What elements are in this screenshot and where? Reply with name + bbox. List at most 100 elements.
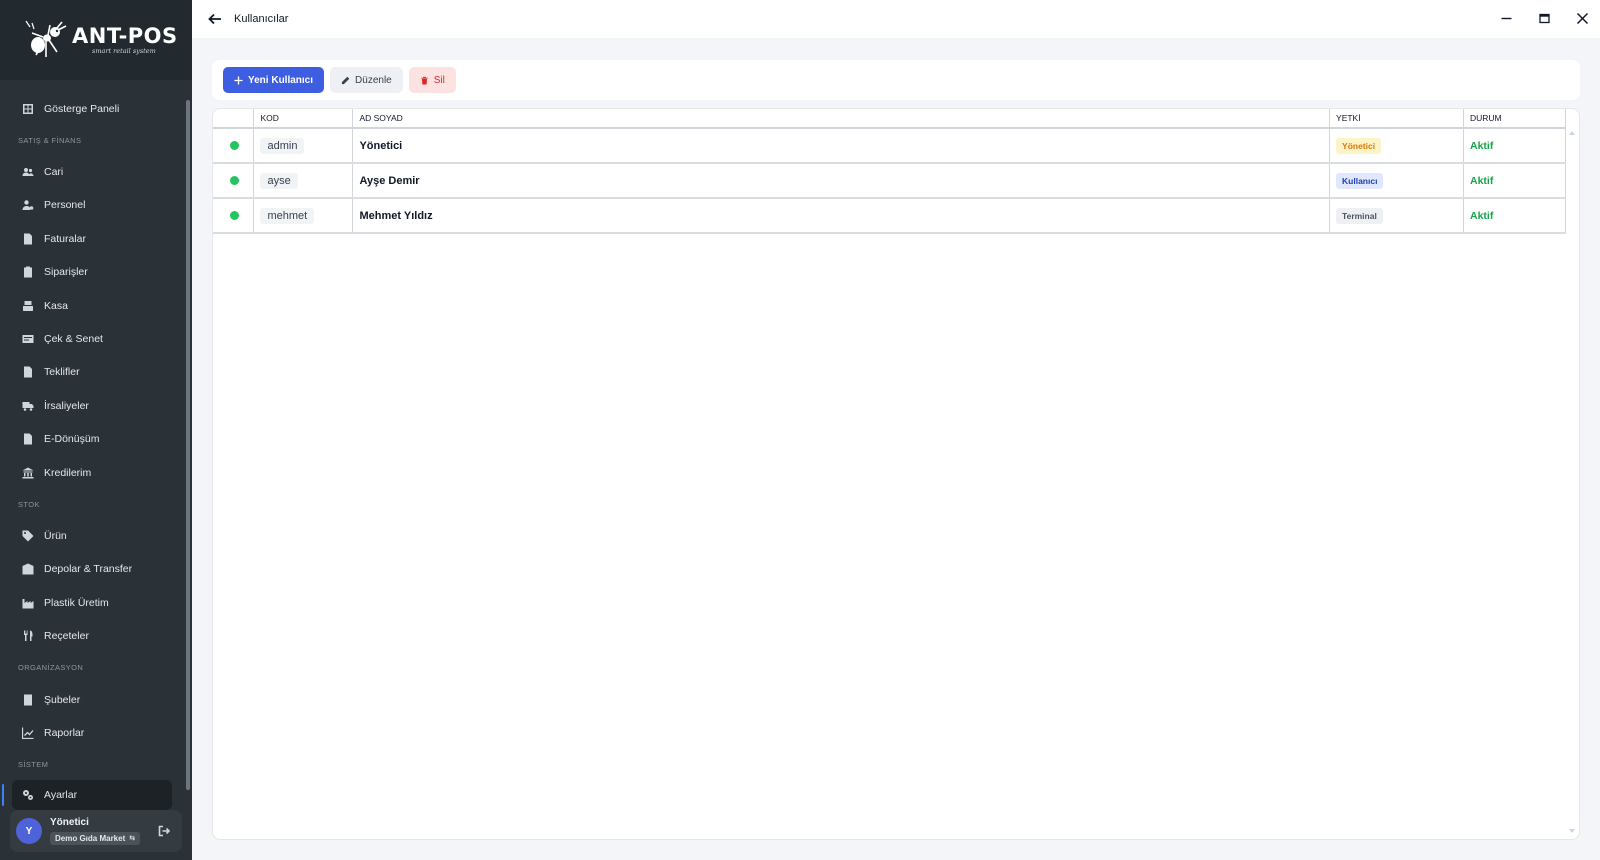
user-profile[interactable]: Y Yönetici Demo Gıda Market ⇆ (10, 810, 182, 852)
scroll-down-arrow-icon[interactable] (1569, 829, 1575, 833)
dashboard-icon (22, 103, 34, 115)
column-header-role[interactable]: YETKİ (1329, 109, 1464, 129)
name-cell: Ayşe Demir (352, 163, 1331, 199)
sidebar-item-urun[interactable]: Ürün (0, 519, 192, 552)
user-gear-icon (22, 199, 34, 211)
action-toolbar: Yeni Kullanıcı Düzenle Sil (212, 60, 1580, 100)
status-text: Aktif (1469, 139, 1494, 152)
sidebar-item-receteler[interactable]: Reçeteler (0, 619, 192, 652)
sidebar-item-label: Raporlar (44, 726, 85, 739)
sidebar-item-kredilerim[interactable]: Kredilerim (0, 456, 192, 489)
table-row[interactable]: admin Yönetici Yönetici Aktif (213, 128, 1567, 164)
section-label-stock: STOK (18, 499, 40, 509)
page-title: Kullanıcılar (234, 13, 289, 25)
avatar: Y (16, 818, 42, 844)
row-status-cell (213, 128, 255, 164)
sidebar-item-label: Kredilerim (44, 466, 92, 479)
sidebar-item-irsaliyeler[interactable]: İrsaliyeler (0, 389, 192, 422)
status-text: Aktif (1469, 174, 1494, 187)
user-full-name: Ayşe Demir (359, 174, 420, 187)
status-cell: Aktif (1463, 128, 1567, 164)
sidebar-item-label: Kasa (44, 299, 68, 312)
trash-icon (421, 76, 428, 85)
sidebar-item-ayarlar[interactable]: Ayarlar (2, 779, 172, 810)
user-full-name: Yönetici (359, 139, 403, 152)
sidebar-item-cek-senet[interactable]: Çek & Senet (0, 322, 192, 355)
sidebar-item-kasa[interactable]: Kasa (0, 289, 192, 322)
clipboard-icon (22, 266, 34, 278)
store-switcher[interactable]: Demo Gıda Market ⇆ (50, 831, 141, 845)
table-row[interactable]: mehmet Mehmet Yıldız Terminal Aktif (213, 198, 1567, 234)
table-row[interactable]: ayse Ayşe Demir Kullanıcı Aktif (213, 163, 1567, 199)
sidebar-item-label: Şubeler (44, 693, 81, 706)
sidebar-item-label: Teklifler (44, 366, 80, 379)
sidebar-item-faturalar[interactable]: Faturalar (0, 222, 192, 255)
close-icon[interactable] (1574, 10, 1590, 26)
sidebar-item-label: Ayarlar (44, 788, 78, 801)
status-text: Aktif (1469, 209, 1494, 222)
table-header-row: KOD AD SOYAD YETKİ DURUM (213, 109, 1567, 129)
role-cell: Terminal (1329, 198, 1464, 234)
building-icon (22, 694, 34, 706)
sidebar-item-label: Siparişler (44, 266, 88, 279)
sidebar-item-depolar[interactable]: Depolar & Transfer (0, 553, 192, 586)
delete-button[interactable]: Sil (408, 67, 456, 93)
sidebar-item-raporlar[interactable]: Raporlar (0, 716, 192, 749)
sidebar-item-cari[interactable]: Cari (0, 155, 192, 188)
maximize-icon[interactable] (1536, 10, 1552, 26)
sidebar-item-e-donusum[interactable]: E-Dönüşüm (0, 423, 192, 456)
user-code: admin (260, 137, 305, 154)
back-arrow-icon[interactable] (208, 12, 222, 26)
column-header-status-dot[interactable] (213, 109, 255, 129)
code-cell: mehmet (253, 198, 354, 234)
edit-button[interactable]: Düzenle (330, 67, 403, 93)
tag-icon (22, 530, 34, 542)
sidebar-item-subeler[interactable]: Şubeler (0, 683, 192, 716)
row-status-cell (213, 163, 255, 199)
gears-icon (22, 789, 34, 801)
chart-line-icon (22, 727, 34, 739)
sidebar-item-personel[interactable]: Personel (0, 189, 192, 222)
sidebar-item-dashboard[interactable]: Gösterge Paneli (0, 92, 192, 125)
logout-icon[interactable] (158, 824, 171, 837)
sidebar-item-siparisler[interactable]: Siparişler (0, 256, 192, 289)
role-cell: Yönetici (1329, 128, 1464, 164)
file-code-icon (22, 433, 34, 445)
role-badge: Yönetici (1336, 137, 1382, 154)
code-cell: ayse (253, 163, 354, 199)
sidebar-item-teklifler[interactable]: Teklifler (0, 356, 192, 389)
sidebar-scrollbar[interactable] (186, 100, 190, 790)
utensils-icon (22, 630, 34, 642)
users-table: KOD AD SOYAD YETKİ DURUM admin Yönetici … (212, 108, 1580, 840)
sidebar-item-label: Faturalar (44, 232, 87, 245)
user-code: mehmet (260, 207, 315, 224)
truck-icon (22, 400, 34, 412)
logo-title: ANT-POS (72, 24, 178, 48)
sidebar-item-label: Ürün (44, 529, 67, 542)
store-name: Demo Gıda Market (55, 833, 126, 843)
logo-subtitle: smart retail system (92, 47, 156, 55)
logo: ANT-POS smart retail system (0, 0, 192, 80)
column-header-code[interactable]: KOD (253, 109, 354, 129)
minimize-icon[interactable] (1498, 10, 1514, 26)
sidebar-item-label: Çek & Senet (44, 333, 103, 346)
sidebar-item-label: Plastik Üretim (44, 596, 109, 609)
section-label-org: ORGANİZASYON (18, 663, 84, 673)
scroll-up-arrow-icon[interactable] (1569, 131, 1575, 135)
invoice-icon (22, 233, 34, 245)
sidebar-item-label: Personel (44, 199, 86, 212)
column-header-status[interactable]: DURUM (1463, 109, 1567, 129)
active-dot (230, 211, 239, 220)
industry-icon (22, 597, 34, 609)
sidebar-item-plastik-uretim[interactable]: Plastik Üretim (0, 586, 192, 619)
role-badge: Terminal (1336, 207, 1383, 224)
cash-register-icon (22, 300, 34, 312)
section-label-system: SİSTEM (18, 760, 49, 770)
pencil-icon (341, 76, 350, 84)
column-header-name[interactable]: AD SOYAD (352, 109, 1331, 129)
add-user-label: Yeni Kullanıcı (248, 74, 314, 86)
cheque-icon (22, 333, 34, 345)
add-user-button[interactable]: Yeni Kullanıcı (223, 67, 325, 93)
edit-label: Düzenle (355, 74, 392, 86)
sidebar-item-label: Cari (44, 166, 64, 179)
